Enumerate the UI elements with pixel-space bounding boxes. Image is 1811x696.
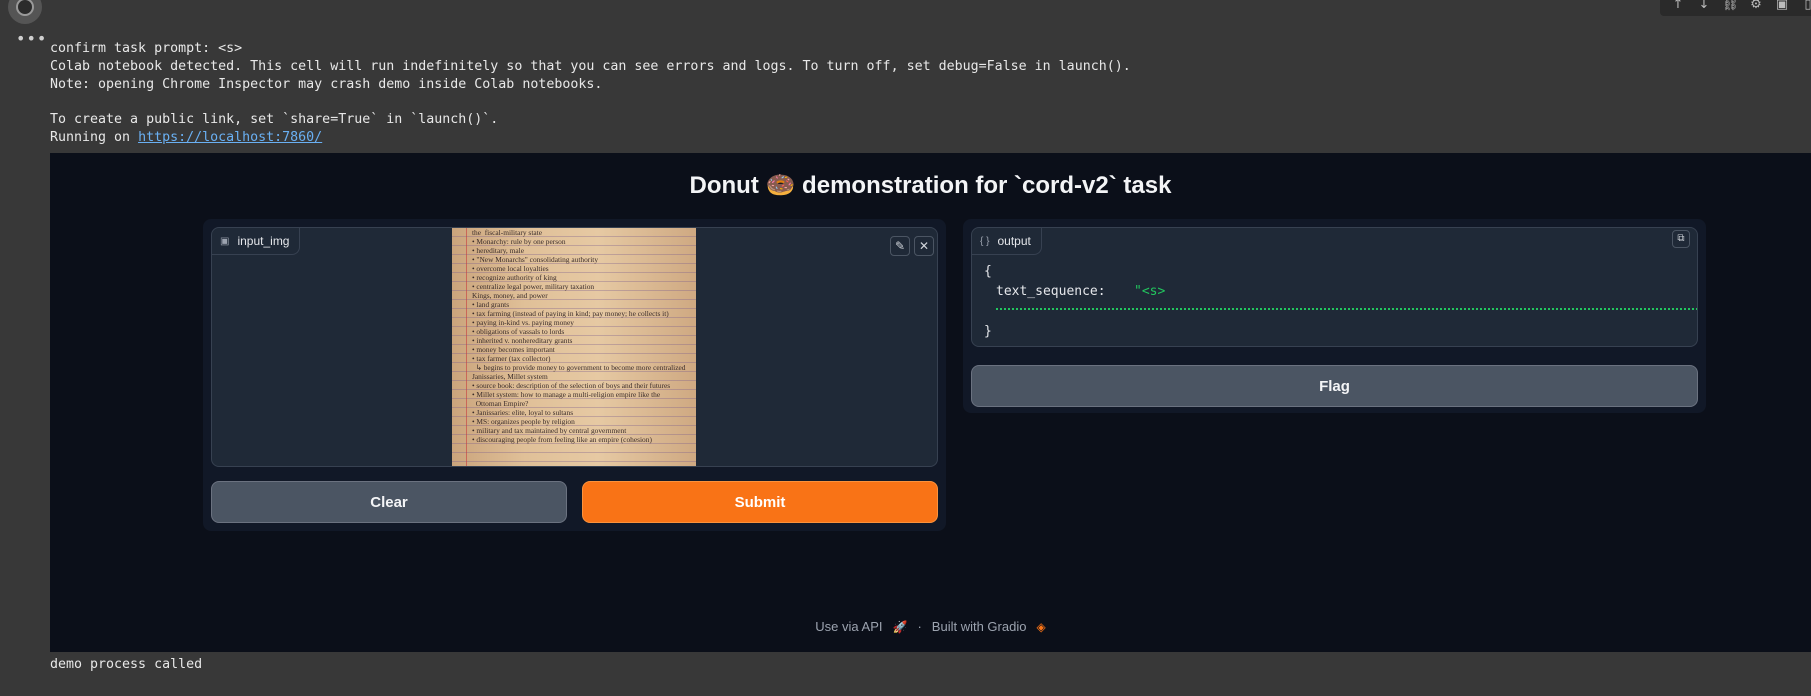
gradio-logo-icon: ◈ bbox=[1036, 619, 1046, 634]
handwriting-line: • centralize legal power, military taxat… bbox=[472, 282, 595, 291]
handwriting-line: • discouraging people from feeling like … bbox=[472, 435, 652, 444]
json-key: text_sequence: bbox=[996, 284, 1106, 299]
localhost-link[interactable]: https://localhost:7860/ bbox=[138, 130, 322, 145]
built-with-gradio-link[interactable]: Built with Gradio bbox=[932, 619, 1027, 634]
handwriting-line: ↳ begins to provide money to government … bbox=[472, 363, 686, 372]
gear-icon[interactable]: ⚙ bbox=[1748, 0, 1764, 12]
console-line: To create a public link, set `share=True… bbox=[50, 112, 499, 128]
handwriting-line: • land grants bbox=[472, 300, 510, 309]
handwriting-line: the fiscal-military state bbox=[472, 228, 542, 237]
edit-icon[interactable]: ✎ bbox=[890, 236, 910, 256]
console-line: Running on bbox=[50, 129, 139, 145]
json-open: { bbox=[984, 264, 992, 279]
clear-button[interactable]: Clear bbox=[211, 481, 567, 523]
use-via-api-link[interactable]: Use via API bbox=[815, 619, 882, 634]
handwriting-line: • tax farmer (tax collector) bbox=[472, 354, 551, 363]
output-actions-button[interactable]: ••• bbox=[16, 31, 47, 47]
handwriting-line: • money becomes important bbox=[472, 345, 555, 354]
console-line: Note: opening Chrome Inspector may crash… bbox=[50, 76, 603, 92]
handwriting-line: • "New Monarchs" consolidating authority bbox=[472, 255, 599, 264]
handwriting-line: Janissaries, Millet system bbox=[472, 372, 548, 381]
handwriting-line: • tax farming (instead of paying in kind… bbox=[472, 309, 669, 318]
json-output: { } output ⧉ { text_sequence: "<s> } bbox=[971, 227, 1698, 347]
copy-icon[interactable]: ⧉ bbox=[1672, 230, 1690, 248]
braces-icon: { } bbox=[980, 235, 990, 247]
input-panel: ▣ input_img the fiscal-military state • M… bbox=[203, 219, 946, 531]
console-line: confirm task prompt: <s> bbox=[50, 41, 243, 56]
json-dotted-line bbox=[996, 308, 1697, 310]
handwriting-line: Kings, money, and power bbox=[472, 291, 548, 300]
handwriting-line: • Janissaries: elite, loyal to sultans bbox=[472, 408, 574, 417]
input-img-label: ▣ input_img bbox=[212, 228, 301, 255]
handwriting-line: • paying in-kind vs. paying money bbox=[472, 318, 574, 327]
console-line: demo process called bbox=[50, 657, 203, 672]
image-input[interactable]: ▣ input_img the fiscal-military state • M… bbox=[211, 227, 938, 467]
close-icon[interactable]: ✕ bbox=[914, 236, 934, 256]
handwriting-line: • overcome local loyalties bbox=[472, 264, 549, 273]
arrow-up-icon[interactable]: ↑ bbox=[1670, 0, 1686, 12]
handwriting-line: • obligations of vassals to lords bbox=[472, 327, 565, 336]
flag-button[interactable]: Flag bbox=[971, 365, 1698, 407]
console-output: confirm task prompt: <s> Colab notebook … bbox=[50, 40, 1131, 147]
handwriting-line: • source book: description of the select… bbox=[472, 381, 671, 390]
json-close: } bbox=[984, 324, 992, 339]
output-label: { } output bbox=[972, 228, 1042, 255]
rocket-icon: 🚀 bbox=[892, 619, 908, 634]
handwritten-notes: the fiscal-military state • Monarchy: rul… bbox=[472, 228, 685, 444]
handwriting-line: • military and tax maintained by central… bbox=[472, 426, 627, 435]
gradio-footer: Use via API 🚀 · Built with Gradio ◈ bbox=[50, 619, 1811, 634]
submit-button[interactable]: Submit bbox=[582, 481, 938, 523]
page-title: Donut 🍩 demonstration for `cord-v2` task bbox=[689, 172, 1172, 199]
footer-separator: · bbox=[917, 619, 922, 634]
handwriting-line: • Monarchy: rule by one person bbox=[472, 237, 566, 246]
json-value: "<s> bbox=[1134, 284, 1166, 299]
notebook-icon[interactable]: ▣ bbox=[1774, 0, 1790, 12]
handwriting-line: • MS: organizes people by religion bbox=[472, 417, 575, 426]
stop-icon bbox=[16, 0, 34, 16]
arrow-down-icon[interactable]: ↓ bbox=[1696, 0, 1712, 12]
gradio-app: Donut 🍩 demonstration for `cord-v2` task… bbox=[50, 153, 1811, 652]
run-cell-button[interactable] bbox=[8, 0, 42, 24]
console-line: Colab notebook detected. This cell will … bbox=[50, 58, 1131, 74]
handwriting-line: • recognize authority of king bbox=[472, 273, 557, 282]
link-icon[interactable]: ⛓ bbox=[1722, 0, 1739, 12]
handwriting-line: Ottoman Empire? bbox=[472, 399, 529, 408]
more-icon[interactable]: ▯ bbox=[1800, 0, 1811, 12]
output-panel: { } output ⧉ { text_sequence: "<s> } Fla… bbox=[963, 219, 1706, 413]
handwriting-line: • inherited v. nonhereditary grants bbox=[472, 336, 573, 345]
cell-toolbar: ↑ ↓ ⛓ ⚙ ▣ ▯ bbox=[1660, 0, 1811, 16]
handwriting-line: • Millet system: how to manage a multi-r… bbox=[472, 390, 661, 399]
handwriting-line: • hereditary, male bbox=[472, 246, 524, 255]
image-icon: ▣ bbox=[220, 235, 230, 247]
uploaded-image: the fiscal-military state • Monarchy: rul… bbox=[452, 228, 696, 466]
